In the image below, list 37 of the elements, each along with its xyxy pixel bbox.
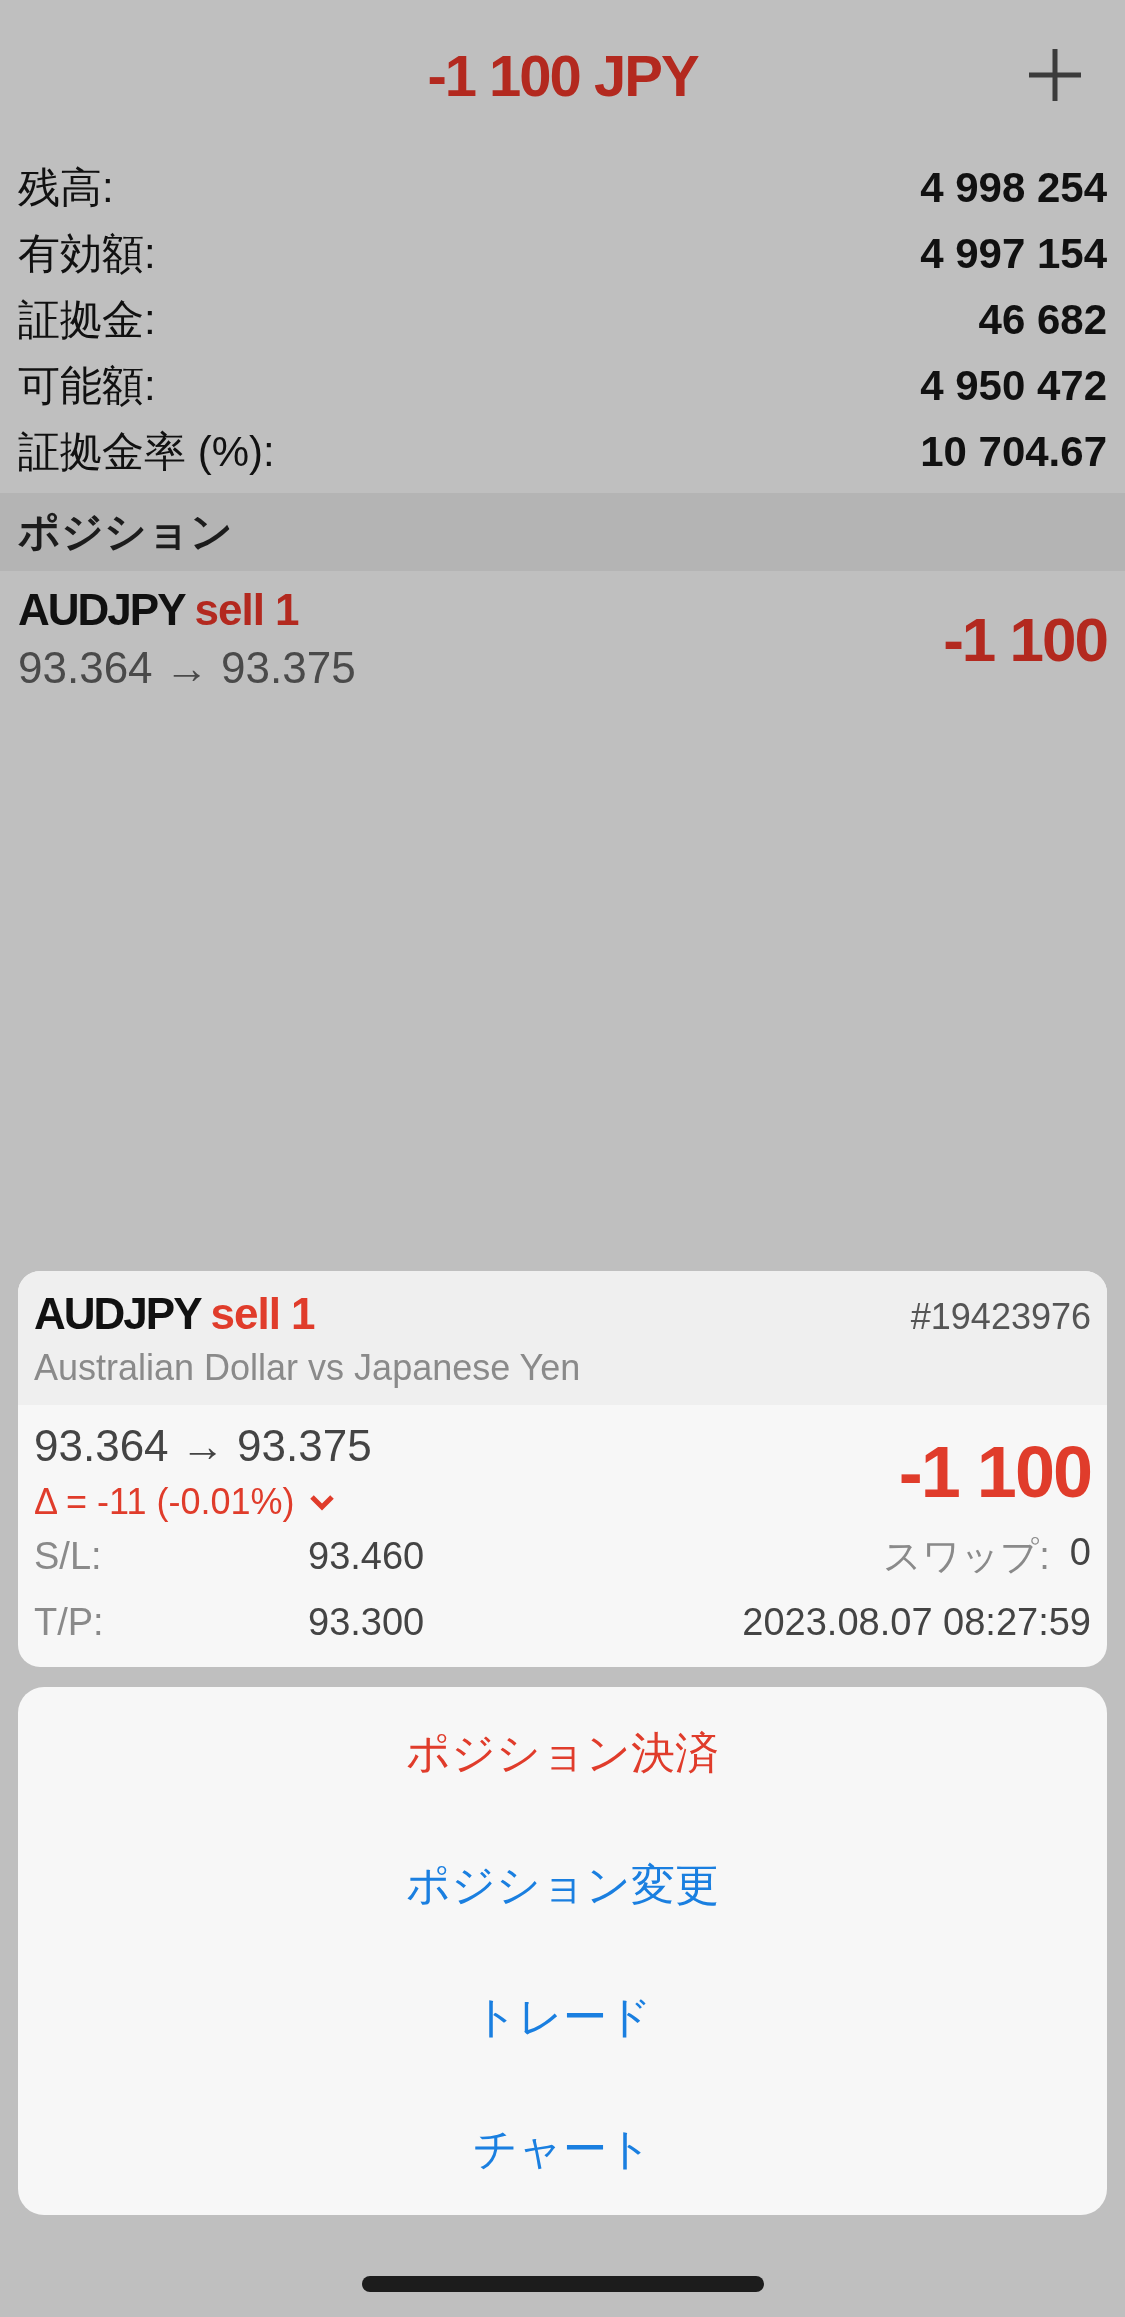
field-value: 0 <box>1069 1530 1091 1575</box>
section-title: ポジション <box>18 507 233 557</box>
summary-value: 4 998 254 <box>920 164 1107 212</box>
summary-value: 4 950 472 <box>920 362 1107 410</box>
action-button[interactable]: ポジション決済 <box>18 1687 1107 1819</box>
price-change: 93.364 → 93.375 <box>18 643 356 693</box>
summary-label: 有効額: <box>18 229 156 279</box>
action-button[interactable]: チャート <box>18 2083 1107 2215</box>
field-label: T/P: <box>34 1600 105 1644</box>
summary-label: 証拠金: <box>18 295 156 345</box>
action-button[interactable]: ポジション変更 <box>18 1819 1107 1951</box>
order-label: sell 1 <box>210 1289 315 1339</box>
plus-icon <box>1027 47 1083 103</box>
chevron-down-icon <box>308 1493 335 1511</box>
symbol-label: AUDJPY <box>18 585 185 635</box>
symbol-description: Australian Dollar vs Japanese Yen <box>34 1347 582 1389</box>
action-button[interactable]: トレード <box>18 1951 1107 2083</box>
summary-value: 46 682 <box>978 296 1107 344</box>
field-value: 93.460 <box>308 1534 425 1578</box>
profit-value: -1 100 <box>898 1431 1091 1513</box>
summary-value: 10 704.67 <box>920 428 1107 476</box>
delta-text: Δ = -11 (-0.01%) <box>34 1481 295 1523</box>
price-change: 93.364 → 93.375 <box>34 1421 372 1471</box>
field-value: 2023.08.07 08:27:59 <box>742 1600 1091 1644</box>
field-label: S/L: <box>34 1534 103 1578</box>
summary-label: 証拠金率 (%): <box>18 427 275 477</box>
summary-label: 可能額: <box>18 361 156 411</box>
summary-value: 4 997 154 <box>920 230 1107 278</box>
profit-value: -1 100 <box>943 603 1107 675</box>
field-label: スワップ: <box>883 1533 1050 1579</box>
summary-label: 残高: <box>18 163 114 213</box>
symbol-label: AUDJPY <box>34 1289 201 1339</box>
ticket-number: #19423976 <box>910 1296 1091 1338</box>
order-label: sell 1 <box>194 585 299 635</box>
field-value: 93.300 <box>308 1600 425 1644</box>
header-title: -1 100 JPY <box>426 41 700 109</box>
position-row[interactable]: AUDJPY sell 1 93.364 → 93.375 -1 100 <box>0 571 1125 707</box>
